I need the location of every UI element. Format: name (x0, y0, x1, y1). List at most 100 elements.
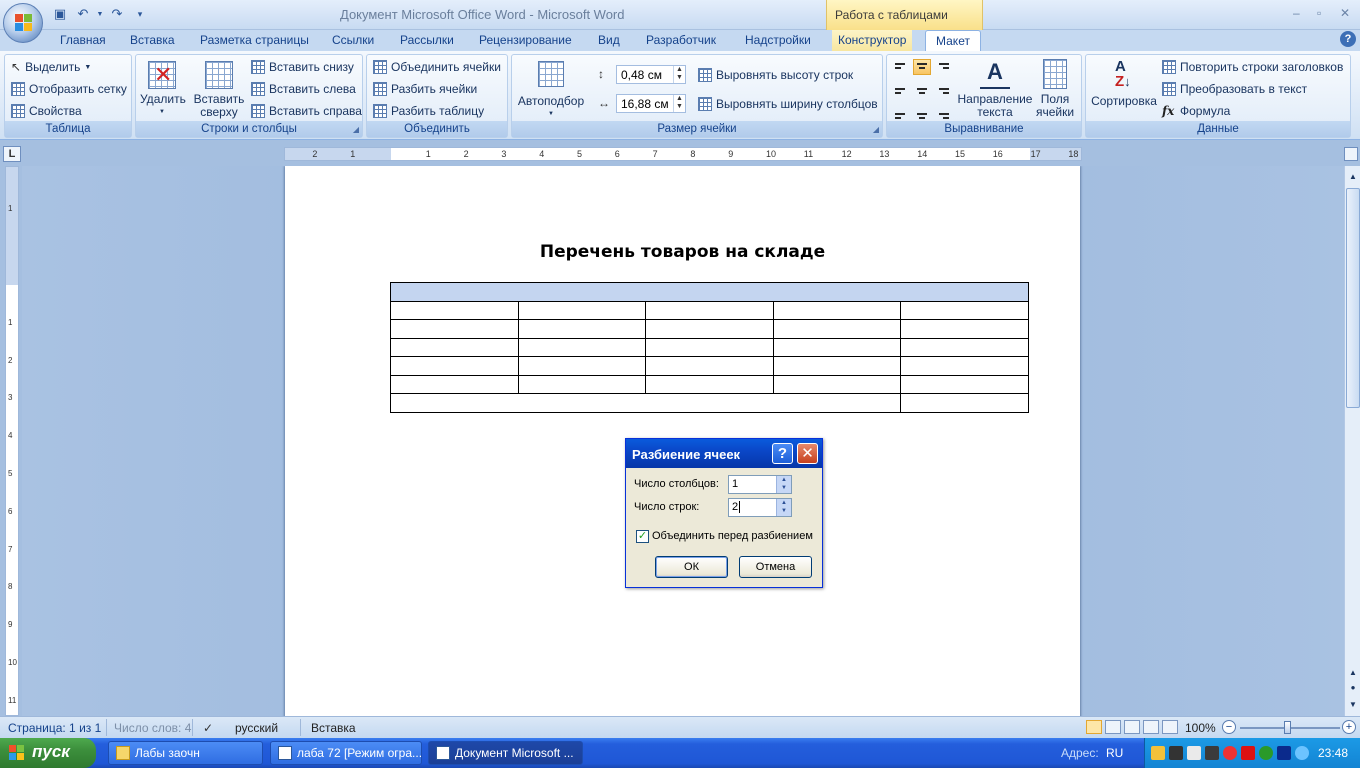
zoom-in-icon[interactable]: + (1342, 720, 1356, 734)
properties-button[interactable]: Свойства (11, 104, 82, 118)
tray-icon-3[interactable] (1187, 746, 1201, 760)
align-bottom-right-icon[interactable] (935, 105, 953, 121)
ok-button[interactable]: ОК (655, 556, 728, 578)
browse-object-icon[interactable]: ● (1346, 681, 1360, 695)
full-screen-reading-icon[interactable] (1105, 720, 1121, 734)
draft-view-icon[interactable] (1162, 720, 1178, 734)
spinner-arrows-icon[interactable]: ▲ ▼ (776, 499, 791, 516)
dialog-close-button[interactable]: ✕ (797, 443, 818, 464)
language-indicator[interactable]: русский (235, 721, 278, 735)
formula-button[interactable]: fx Формула (1162, 104, 1230, 118)
dialog-help-button[interactable]: ? (772, 443, 793, 464)
taskbar-item-doc1[interactable]: лаба 72 [Режим огра... (270, 741, 422, 765)
text-direction-button[interactable]: A Направление текста (957, 59, 1033, 119)
table-row[interactable] (390, 319, 1029, 339)
table-cell[interactable] (645, 300, 774, 320)
column-width-input[interactable]: 16,88 см ▲ ▼ (616, 94, 686, 113)
select-button[interactable]: ↖ Выделить ▼ (11, 60, 91, 74)
table-row[interactable] (390, 337, 1029, 357)
table-cell[interactable] (389, 393, 902, 413)
tray-icon-1[interactable] (1151, 746, 1165, 760)
table-cell[interactable] (900, 319, 1029, 339)
distribute-columns-button[interactable]: Выровнять ширину столбцов (698, 97, 878, 111)
align-bottom-center-icon[interactable] (913, 105, 931, 121)
taskbar-item-folder[interactable]: Лабы заочн (108, 741, 263, 765)
table-cell[interactable] (645, 356, 774, 376)
table-cell[interactable] (772, 319, 902, 339)
table-cell[interactable] (900, 356, 1029, 376)
spinner-arrows-icon[interactable]: ▲ ▼ (673, 95, 685, 112)
language-indicator[interactable]: RU (1106, 746, 1123, 760)
save-icon[interactable]: ▣ (50, 5, 70, 23)
table-cell[interactable] (645, 374, 774, 394)
dialog-launcher-icon[interactable]: ◢ (353, 125, 359, 134)
close-button[interactable]: ✕ (1340, 6, 1350, 20)
spinner-arrows-icon[interactable]: ▲ ▼ (673, 66, 685, 83)
print-layout-view-icon[interactable] (1086, 720, 1102, 734)
horizontal-ruler[interactable]: 321123456789101112131415161718 (284, 147, 1082, 161)
restore-button[interactable]: ▫ (1317, 6, 1321, 20)
table-cell[interactable] (390, 300, 519, 320)
show-gridlines-button[interactable]: Отобразить сетку (11, 82, 127, 96)
table-row[interactable] (390, 374, 1029, 394)
table-row-selected[interactable] (390, 282, 1029, 302)
table-cell[interactable] (772, 356, 902, 376)
dialog-title-bar[interactable]: Разбиение ячеек ? ✕ (626, 439, 822, 468)
tray-icon-7[interactable] (1259, 746, 1273, 760)
merge-cells-button[interactable]: Объединить ячейки (373, 60, 501, 74)
merge-before-split-checkbox[interactable]: ✓ (636, 530, 649, 543)
tray-icon-9[interactable] (1295, 746, 1309, 760)
table-cell[interactable] (900, 393, 1029, 413)
tab-page-layout[interactable]: Разметка страницы (200, 33, 309, 47)
sort-button[interactable]: A Z↓ Сортировка (1089, 59, 1159, 108)
tab-design[interactable]: Конструктор (832, 30, 913, 51)
table-cell[interactable] (517, 356, 647, 376)
table-cell[interactable] (390, 374, 519, 394)
table-cell[interactable] (390, 356, 519, 376)
customize-qat-icon[interactable]: ▾ (130, 5, 150, 23)
zoom-level[interactable]: 100% (1185, 721, 1216, 735)
autofit-button[interactable]: Автоподбор ▼ (515, 61, 587, 121)
zoom-slider-thumb[interactable] (1284, 721, 1291, 734)
align-top-center-icon[interactable] (913, 59, 931, 75)
split-table-button[interactable]: Разбить таблицу (373, 104, 484, 118)
convert-to-text-button[interactable]: Преобразовать в текст (1162, 82, 1307, 96)
align-center-left-icon[interactable] (891, 82, 909, 98)
spelling-check-icon[interactable]: ✓ (203, 721, 213, 735)
vertical-scrollbar[interactable]: ▲ ▲ ● ▼ (1344, 166, 1360, 716)
table-cell[interactable] (517, 319, 647, 339)
scroll-up-icon[interactable]: ▲ (1346, 666, 1360, 680)
insert-above-button[interactable]: Вставить сверху (190, 61, 248, 119)
zoom-out-icon[interactable]: − (1222, 720, 1236, 734)
cell-margins-button[interactable]: Поля ячейки (1035, 59, 1075, 119)
web-layout-icon[interactable] (1124, 720, 1140, 734)
columns-input[interactable]: 1 ▲ ▼ (728, 475, 792, 494)
help-icon[interactable]: ? (1340, 31, 1356, 47)
tray-icon-5[interactable] (1223, 746, 1237, 760)
insert-right-button[interactable]: Вставить справа (251, 104, 362, 118)
table-cell[interactable] (517, 300, 647, 320)
office-button[interactable] (3, 3, 43, 43)
table-cell[interactable] (645, 337, 774, 357)
spinner-arrows-icon[interactable]: ▲ ▼ (776, 476, 791, 493)
table-cell[interactable] (900, 374, 1029, 394)
table-cell[interactable] (517, 337, 647, 357)
vertical-ruler[interactable]: 1123456789101112 (5, 166, 19, 716)
delete-button[interactable]: ✕ Удалить ▼ (140, 61, 186, 119)
table-cell[interactable] (772, 337, 902, 357)
tab-home[interactable]: Главная (60, 33, 106, 47)
minimize-button[interactable]: – (1293, 6, 1300, 20)
align-top-right-icon[interactable] (935, 59, 953, 75)
table-cell[interactable] (900, 337, 1029, 357)
align-bottom-left-icon[interactable] (891, 105, 909, 121)
repeat-header-rows-button[interactable]: Повторить строки заголовков (1162, 60, 1343, 74)
tab-addins[interactable]: Надстройки (745, 33, 811, 47)
table-row[interactable] (390, 300, 1029, 320)
insert-below-button[interactable]: Вставить снизу (251, 60, 354, 74)
tab-review[interactable]: Рецензирование (479, 33, 572, 47)
table-cell[interactable] (900, 300, 1029, 320)
insert-mode[interactable]: Вставка (311, 721, 356, 735)
cancel-button[interactable]: Отмена (739, 556, 812, 578)
tab-developer[interactable]: Разработчик (646, 33, 716, 47)
scroll-down-icon[interactable]: ▼ (1346, 698, 1360, 712)
